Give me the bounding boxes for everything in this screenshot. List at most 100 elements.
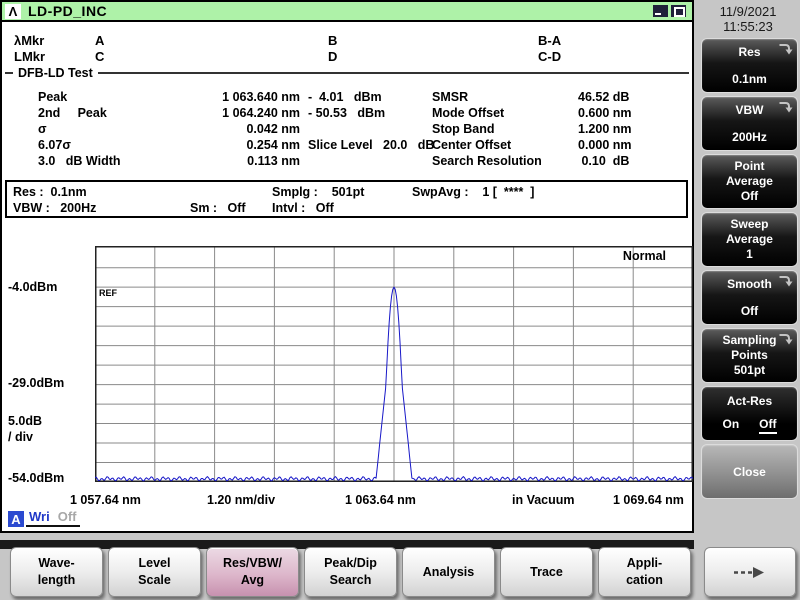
result-value: 0.113 nm	[247, 154, 300, 168]
softkey-label: Sweep	[730, 217, 769, 231]
funckey-level-scale[interactable]: Level Scale	[108, 547, 201, 597]
result-label: Peak	[38, 90, 68, 104]
softkey-value: 501pt	[733, 363, 766, 377]
submenu-arrow-icon	[779, 44, 793, 55]
marker-b-label: B	[328, 33, 338, 48]
softkey-label: Points	[731, 348, 768, 362]
funckey-more[interactable]	[704, 547, 796, 597]
softkey-label: Res	[738, 45, 761, 59]
smooth-setting: Sm : Off	[190, 201, 246, 215]
vbw-setting: VBW : 200Hz	[13, 201, 97, 215]
softkey-res[interactable]: Res 0.1nm	[701, 38, 798, 93]
funckey-analysis[interactable]: Analysis	[402, 547, 495, 597]
softkey-value: Off	[740, 304, 759, 318]
window-title: LD-PD_INC	[28, 3, 108, 19]
funckey-label: Peak/Dip	[324, 556, 377, 570]
funckey-label: Search	[329, 573, 372, 587]
funckey-label: Wave-	[38, 556, 75, 570]
result-value: 0.10 dB	[578, 154, 630, 168]
x-axis-start-label: 1 057.64 nm	[70, 493, 141, 507]
result-label: 6.07σ	[38, 138, 71, 152]
softkey-value: Off	[740, 189, 759, 203]
result-value: 0.254 nm	[246, 138, 300, 152]
funckey-label: Analysis	[422, 564, 475, 579]
result-label: 3.0 dB Width	[38, 154, 121, 168]
result-label: Stop Band	[432, 122, 495, 136]
time: 11:55:23	[723, 19, 773, 34]
intvl-setting: Intvl : Off	[272, 201, 334, 215]
osa-screen: Λ LD-PD_INC λMkr A B B-A LMkr C D C-D DF…	[0, 0, 800, 600]
result-extra: - 50.53 dBm	[308, 106, 386, 120]
act-res-on-option[interactable]: On	[723, 417, 740, 434]
softkey-value: 200Hz	[732, 130, 767, 144]
softkey-act-res[interactable]: Act-Res On Off	[701, 386, 798, 441]
funckey-res-vbw-avg-selected[interactable]: Res/VBW/ Avg	[206, 547, 299, 597]
y-scale-label-2: / div	[8, 430, 34, 444]
minimize-icon[interactable]	[653, 5, 668, 17]
funckey-label: Scale	[138, 573, 171, 587]
result-label: Mode Offset	[432, 106, 505, 120]
date-time: 11/9/2021 11:55:23	[698, 4, 798, 34]
trace-a-badge: A	[8, 511, 24, 527]
more-arrow-icon	[734, 566, 764, 578]
softkey-point-average[interactable]: Point Average Off	[701, 154, 798, 209]
marker-d-label: D	[328, 49, 338, 64]
x-axis-center-label: 1 063.64 nm	[345, 493, 416, 507]
x-axis-stop-label: 1 069.64 nm	[613, 493, 684, 507]
trace-mode-label: Normal	[622, 249, 666, 263]
softkey-smooth[interactable]: Smooth Off	[701, 270, 798, 325]
y-axis-top-label: -4.0dBm	[8, 280, 58, 294]
softkey-close[interactable]: Close	[701, 444, 798, 499]
softkey-label: VBW	[735, 103, 764, 117]
softkey-sampling-points[interactable]: Sampling Points 501pt	[701, 328, 798, 383]
trace-write-label: Wri	[29, 509, 50, 524]
anritsu-logo-icon: Λ	[5, 3, 21, 19]
funckey-application[interactable]: Appli- cation	[598, 547, 691, 597]
funckey-trace[interactable]: Trace	[500, 547, 593, 597]
maximize-icon[interactable]	[671, 5, 686, 17]
funckey-label: Trace	[530, 564, 563, 579]
softkey-value: 0.1nm	[732, 72, 767, 86]
y-axis-mid-label: -29.0dBm	[8, 376, 65, 390]
result-label: Center Offset	[432, 138, 512, 152]
lambda-marker-label: λMkr	[14, 33, 45, 48]
result-label: SMSR	[432, 90, 469, 104]
result-value: 0.042 nm	[246, 122, 300, 136]
softkey-vbw[interactable]: VBW 200Hz	[701, 96, 798, 151]
marker-a-label: A	[95, 33, 105, 48]
level-marker-label: LMkr	[14, 49, 46, 64]
softkey-sweep-average[interactable]: Sweep Average 1	[701, 212, 798, 267]
trace-fix-label: Off	[57, 509, 77, 524]
submenu-arrow-icon	[779, 102, 793, 113]
marker-c-label: C	[95, 49, 105, 64]
funckey-label: cation	[626, 573, 663, 587]
softkey-label: Act-Res	[726, 393, 773, 408]
funckey-wavelength[interactable]: Wave- length	[10, 547, 103, 597]
result-extra: Slice Level 20.0 dB	[308, 138, 435, 152]
title-bar: Λ LD-PD_INC	[2, 2, 692, 22]
res-setting: Res : 0.1nm	[13, 185, 87, 199]
marker-c-d-label: C-D	[538, 49, 562, 64]
softkey-label: Average	[726, 232, 773, 246]
result-value: 0.600 nm	[578, 106, 632, 120]
result-value: 1.200 nm	[578, 122, 632, 136]
softkey-label: Smooth	[727, 277, 772, 291]
submenu-arrow-icon	[779, 334, 793, 345]
vacuum-mode-label: in Vacuum	[512, 493, 575, 507]
date: 11/9/2021	[719, 4, 777, 19]
result-value: 1 063.640 nm	[222, 90, 300, 104]
funckey-peak-dip-search[interactable]: Peak/Dip Search	[304, 547, 397, 597]
funckey-label: Level	[138, 556, 171, 570]
result-label: Search Resolution	[432, 154, 542, 168]
result-extra: - 4.01 dBm	[308, 90, 382, 104]
funckey-label: Res/VBW/	[222, 556, 283, 570]
x-axis-scale-label: 1.20 nm/div	[207, 493, 276, 507]
y-scale-label: 5.0dB	[8, 414, 43, 428]
y-axis-bottom-label: -54.0dBm	[8, 471, 65, 485]
result-value: 0.000 nm	[578, 138, 632, 152]
ref-level-label: REF	[99, 288, 117, 298]
marker-b-a-label: B-A	[538, 33, 562, 48]
funckey-label: length	[37, 573, 76, 587]
act-res-off-option[interactable]: Off	[759, 417, 777, 434]
softkey-label: Point	[734, 159, 765, 173]
